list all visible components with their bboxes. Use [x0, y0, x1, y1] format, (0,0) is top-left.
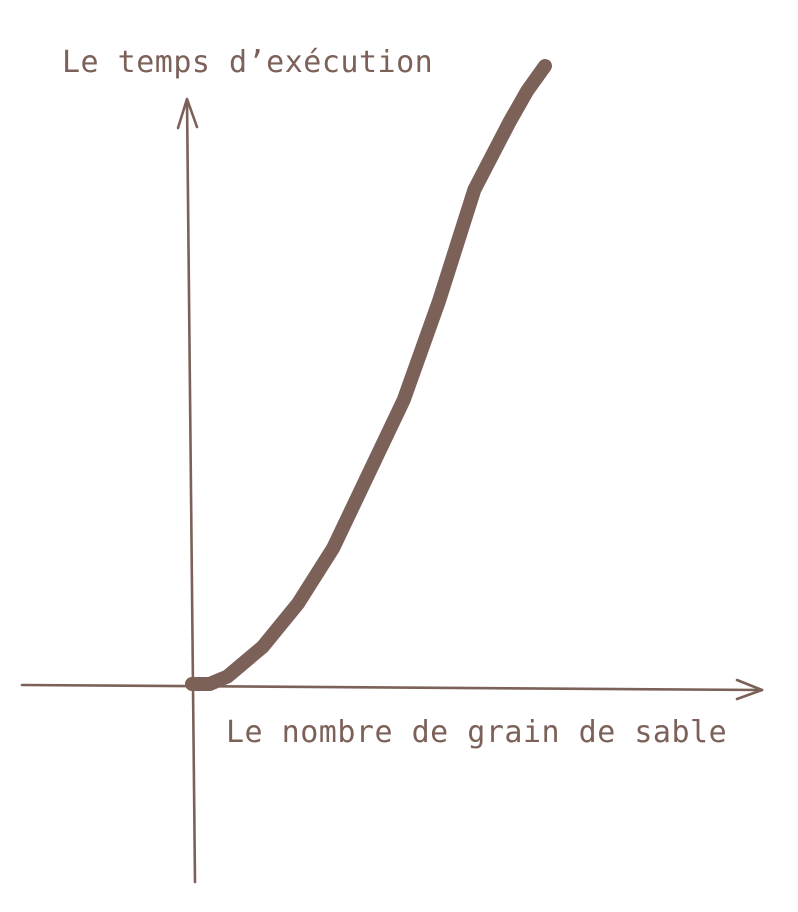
y-axis-label: Le temps d’exécution: [62, 45, 433, 80]
y-axis: [185, 98, 197, 884]
x-axis: [20, 683, 764, 692]
x-axis-label: Le nombre de grain de sable: [226, 715, 727, 750]
chart-canvas: Le temps d’exécution Le nombre de grain …: [20, 45, 764, 884]
series-line: [185, 59, 552, 691]
